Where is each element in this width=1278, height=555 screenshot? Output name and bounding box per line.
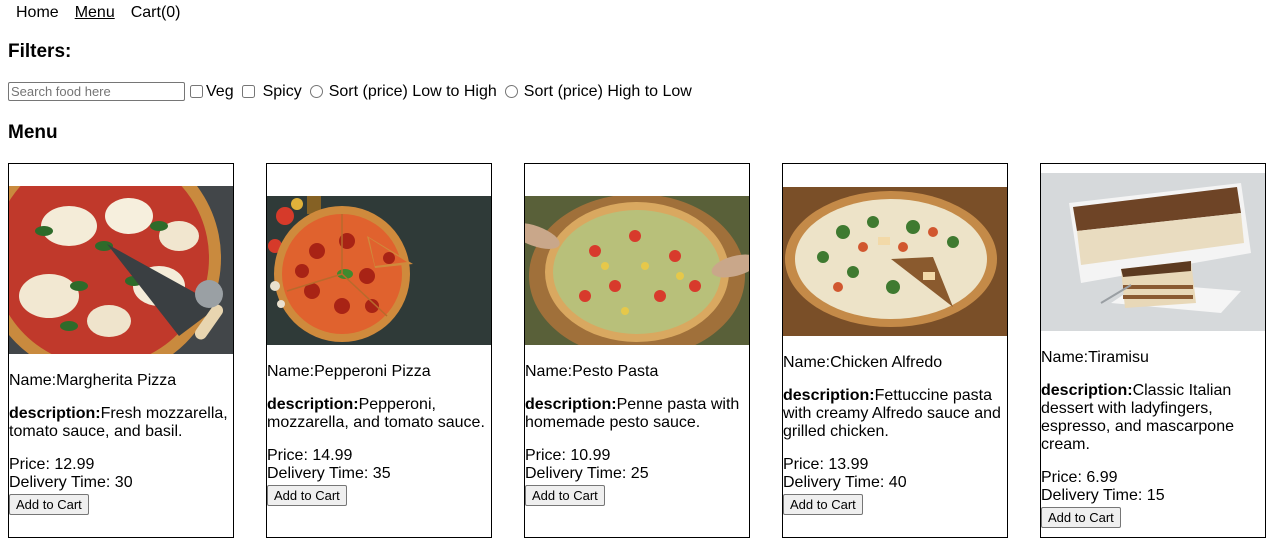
nav-cart-link[interactable]: Cart(0)	[131, 4, 181, 22]
item-name: Name:Tiramisu	[1041, 349, 1149, 366]
add-to-cart-button[interactable]: Add to Cart	[783, 493, 863, 515]
item-delivery-time: Delivery Time: 15	[1041, 487, 1165, 504]
description-label: description:	[9, 405, 101, 422]
menu-card: Name:Margherita Pizza description:Fresh …	[8, 163, 234, 538]
item-price: Price: 6.99	[1041, 469, 1118, 486]
menu-card: Name:Pesto Pasta description:Penne pasta…	[524, 163, 750, 538]
item-description: description:Fresh mozzarella, tomato sau…	[9, 405, 233, 441]
search-input[interactable]	[8, 82, 185, 101]
add-to-cart-button[interactable]: Add to Cart	[267, 484, 347, 506]
item-name: Name:Pepperoni Pizza	[267, 362, 431, 380]
filter-bar: Veg Spicy Sort (price) Low to High Sort …	[8, 82, 695, 101]
top-nav: Home Menu Cart(0)	[16, 4, 181, 22]
menu-heading: Menu	[8, 122, 58, 143]
pesto-pizza-image	[525, 195, 749, 345]
description-label: description:	[1041, 382, 1133, 399]
menu-grid: Name:Margherita Pizza description:Fresh …	[8, 163, 1266, 538]
item-description: description:Pepperoni, mozzarella, and t…	[267, 396, 491, 432]
sort-low-high-label: Sort (price) Low to High	[328, 82, 497, 100]
item-price: Price: 14.99	[267, 446, 353, 464]
veg-label: Veg	[206, 82, 234, 100]
description-label: description:	[525, 395, 617, 413]
item-description: description:Fettuccine pasta with creamy…	[783, 387, 1007, 441]
veg-checkbox[interactable]	[190, 85, 203, 98]
add-to-cart-button[interactable]: Add to Cart	[1041, 507, 1121, 528]
description-label: description:	[783, 386, 875, 404]
menu-card: Name:Chicken Alfredo description:Fettucc…	[782, 163, 1008, 538]
sort-high-low-label: Sort (price) High to Low	[523, 82, 692, 100]
item-description: description:Classic Italian dessert with…	[1041, 382, 1265, 454]
sort-low-high-radio[interactable]	[309, 85, 323, 98]
add-to-cart-button[interactable]: Add to Cart	[9, 494, 89, 515]
item-price: Price: 10.99	[525, 446, 611, 464]
item-name: Name:Margherita Pizza	[9, 372, 177, 389]
nav-home-link[interactable]: Home	[16, 4, 59, 22]
item-delivery-time: Delivery Time: 35	[267, 464, 391, 482]
nav-menu-link[interactable]: Menu	[75, 4, 115, 22]
item-price: Price: 12.99	[9, 456, 95, 473]
chicken-alfredo-pizza-image	[783, 186, 1007, 336]
item-delivery-time: Delivery Time: 25	[525, 464, 649, 482]
menu-card: Name:Tiramisu description:Classic Italia…	[1040, 163, 1266, 538]
description-label: description:	[267, 395, 359, 413]
tiramisu-image	[1041, 173, 1265, 331]
spicy-label: Spicy	[262, 82, 302, 100]
pepperoni-pizza-image	[267, 195, 491, 345]
item-price: Price: 13.99	[783, 455, 869, 473]
item-delivery-time: Delivery Time: 30	[9, 474, 133, 491]
spicy-checkbox[interactable]	[241, 85, 255, 98]
menu-card: Name:Pepperoni Pizza description:Peppero…	[266, 163, 492, 538]
item-delivery-time: Delivery Time: 40	[783, 473, 907, 491]
add-to-cart-button[interactable]: Add to Cart	[525, 484, 605, 506]
item-name: Name:Chicken Alfredo	[783, 353, 943, 371]
item-name: Name:Pesto Pasta	[525, 362, 659, 380]
margherita-pizza-image	[9, 186, 233, 354]
filters-heading: Filters:	[8, 41, 72, 62]
sort-high-low-radio[interactable]	[504, 85, 518, 98]
item-description: description:Penne pasta with homemade pe…	[525, 396, 749, 432]
